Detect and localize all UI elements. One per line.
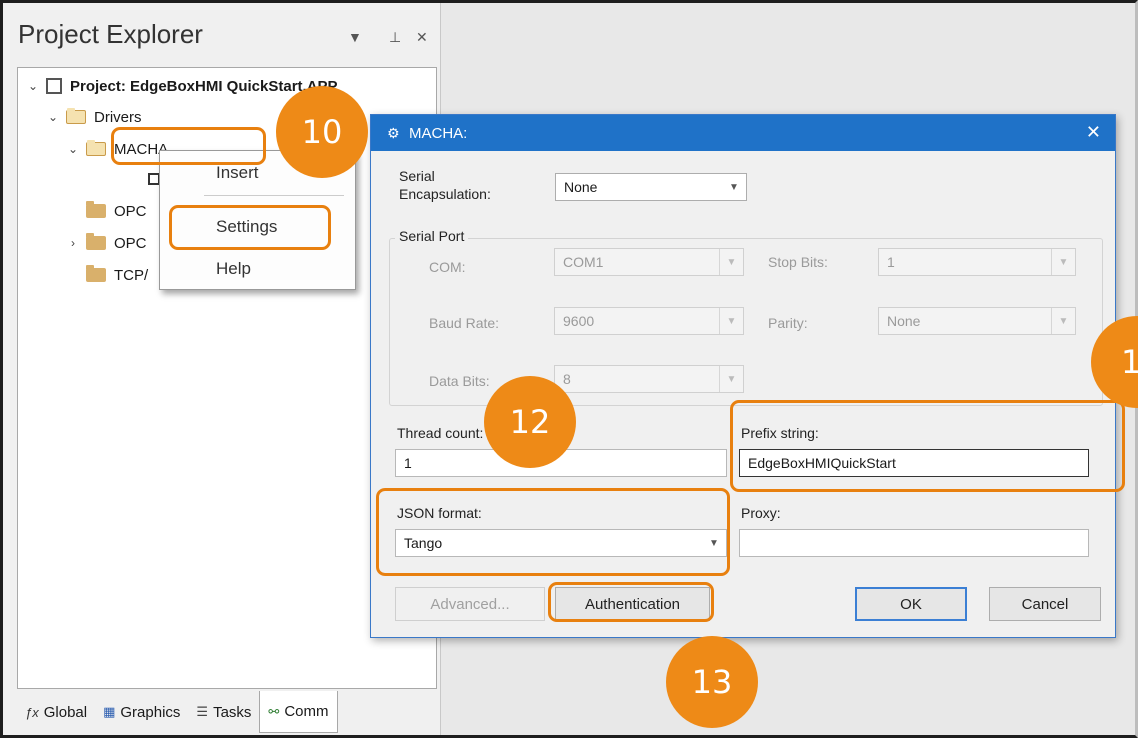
cancel-button[interactable]: Cancel (989, 587, 1101, 621)
tree-item-drivers[interactable]: ⌄ Drivers (46, 106, 142, 128)
tree-item-project[interactable]: ⌄ Project: EdgeBoxHMI QuickStart.APP (26, 75, 338, 97)
callout-10: 10 (276, 86, 368, 178)
baud-rate-label: Baud Rate: (429, 315, 500, 331)
highlight-prefix-string (730, 400, 1125, 492)
callout-12: 12 (484, 376, 576, 468)
tree-item-label: OPC (114, 234, 147, 252)
panel-close-icon[interactable]: ✕ (416, 29, 428, 46)
dialog-title: MACHA: (409, 124, 468, 142)
highlight-macha (111, 127, 266, 165)
settings-icon: ⚙ (387, 125, 400, 141)
project-icon (46, 78, 62, 94)
fx-icon: ƒx (25, 704, 39, 720)
tab-label: Global (43, 703, 88, 721)
chevron-down-icon: ▼ (1051, 308, 1075, 334)
panel-dropdown-icon[interactable]: ▼ (348, 29, 362, 45)
parity-label: Parity: (768, 315, 808, 331)
chevron-down-icon: ▼ (1051, 249, 1075, 275)
tab-global[interactable]: ƒx Global (17, 695, 95, 729)
tab-label: Comm (284, 703, 329, 720)
proxy-label: Proxy: (741, 505, 781, 521)
dialog-titlebar: ⚙ MACHA: ✕ (371, 115, 1115, 151)
stop-bits-label: Stop Bits: (768, 254, 828, 270)
folder-icon (86, 233, 106, 250)
comm-icon: ⚯ (268, 703, 280, 719)
data-bits-label: Data Bits: (429, 373, 490, 389)
select-value: 1 (887, 254, 895, 270)
menu-item-help[interactable]: Help (216, 259, 251, 279)
tree-item-label: Drivers (94, 108, 142, 126)
ok-button[interactable]: OK (855, 587, 967, 621)
select-value: 8 (563, 371, 571, 387)
parity-select[interactable]: None ▼ (878, 307, 1076, 335)
advanced-button[interactable]: Advanced... (395, 587, 545, 621)
menu-item-insert[interactable]: Insert (216, 163, 259, 183)
highlight-json-format (376, 488, 730, 576)
panel-title: Project Explorer (18, 19, 203, 49)
graphics-icon: ▦ (103, 704, 116, 719)
callout-13: 13 (666, 636, 758, 728)
select-value: None (564, 179, 598, 195)
data-bits-select[interactable]: 8 ▼ (554, 365, 744, 393)
chevron-down-icon: ▼ (719, 249, 743, 275)
stop-bits-select[interactable]: 1 ▼ (878, 248, 1076, 276)
folder-open-icon (86, 140, 106, 156)
tree-item-label: TCP/ (114, 266, 149, 284)
close-icon[interactable]: ✕ (1086, 122, 1101, 143)
select-value: COM1 (563, 254, 604, 270)
tasks-icon: ☰ (196, 704, 209, 719)
panel-pin-icon[interactable]: ⊥ (389, 29, 401, 46)
serial-encapsulation-select[interactable]: None ▼ (555, 173, 747, 201)
folder-icon (86, 201, 106, 218)
chevron-down-icon[interactable]: ⌄ (46, 110, 60, 124)
chevron-down-icon: ▼ (729, 181, 739, 193)
tree-item-tcp[interactable]: TCP/ (66, 264, 148, 286)
serial-port-group-title: Serial Port (395, 228, 469, 244)
proxy-input[interactable] (739, 529, 1089, 557)
tab-graphics[interactable]: ▦ Graphics (95, 695, 188, 729)
folder-open-icon (66, 108, 86, 124)
baud-rate-select[interactable]: 9600 ▼ (554, 307, 744, 335)
highlight-authentication (548, 582, 714, 622)
serial-encapsulation-label: Serial Encapsulation: (399, 168, 491, 202)
highlight-settings (169, 205, 331, 250)
tree-item-opc2[interactable]: › OPC (66, 232, 147, 254)
tab-tasks[interactable]: ☰ Tasks (188, 695, 259, 729)
tab-comm[interactable]: ⚯ Comm (259, 691, 338, 733)
com-label: COM: (429, 259, 466, 275)
tree-item-label: OPC (114, 202, 147, 220)
chevron-down-icon[interactable]: ⌄ (26, 79, 40, 93)
chevron-down-icon: ▼ (719, 366, 743, 392)
tree-item-opc1[interactable]: OPC (66, 200, 147, 222)
select-value: None (887, 313, 921, 329)
bottom-tabs: ƒx Global ▦ Graphics ☰ Tasks ⚯ Comm (17, 691, 437, 733)
select-value: 9600 (563, 313, 595, 329)
folder-icon (86, 265, 106, 282)
chevron-down-icon[interactable]: ⌄ (66, 142, 80, 156)
menu-separator (204, 195, 344, 196)
chevron-right-icon[interactable]: › (66, 236, 80, 250)
com-select[interactable]: COM1 ▼ (554, 248, 744, 276)
thread-count-label: Thread count: (397, 425, 484, 441)
tab-label: Graphics (120, 703, 181, 721)
chevron-down-icon: ▼ (719, 308, 743, 334)
tab-label: Tasks (213, 703, 252, 721)
